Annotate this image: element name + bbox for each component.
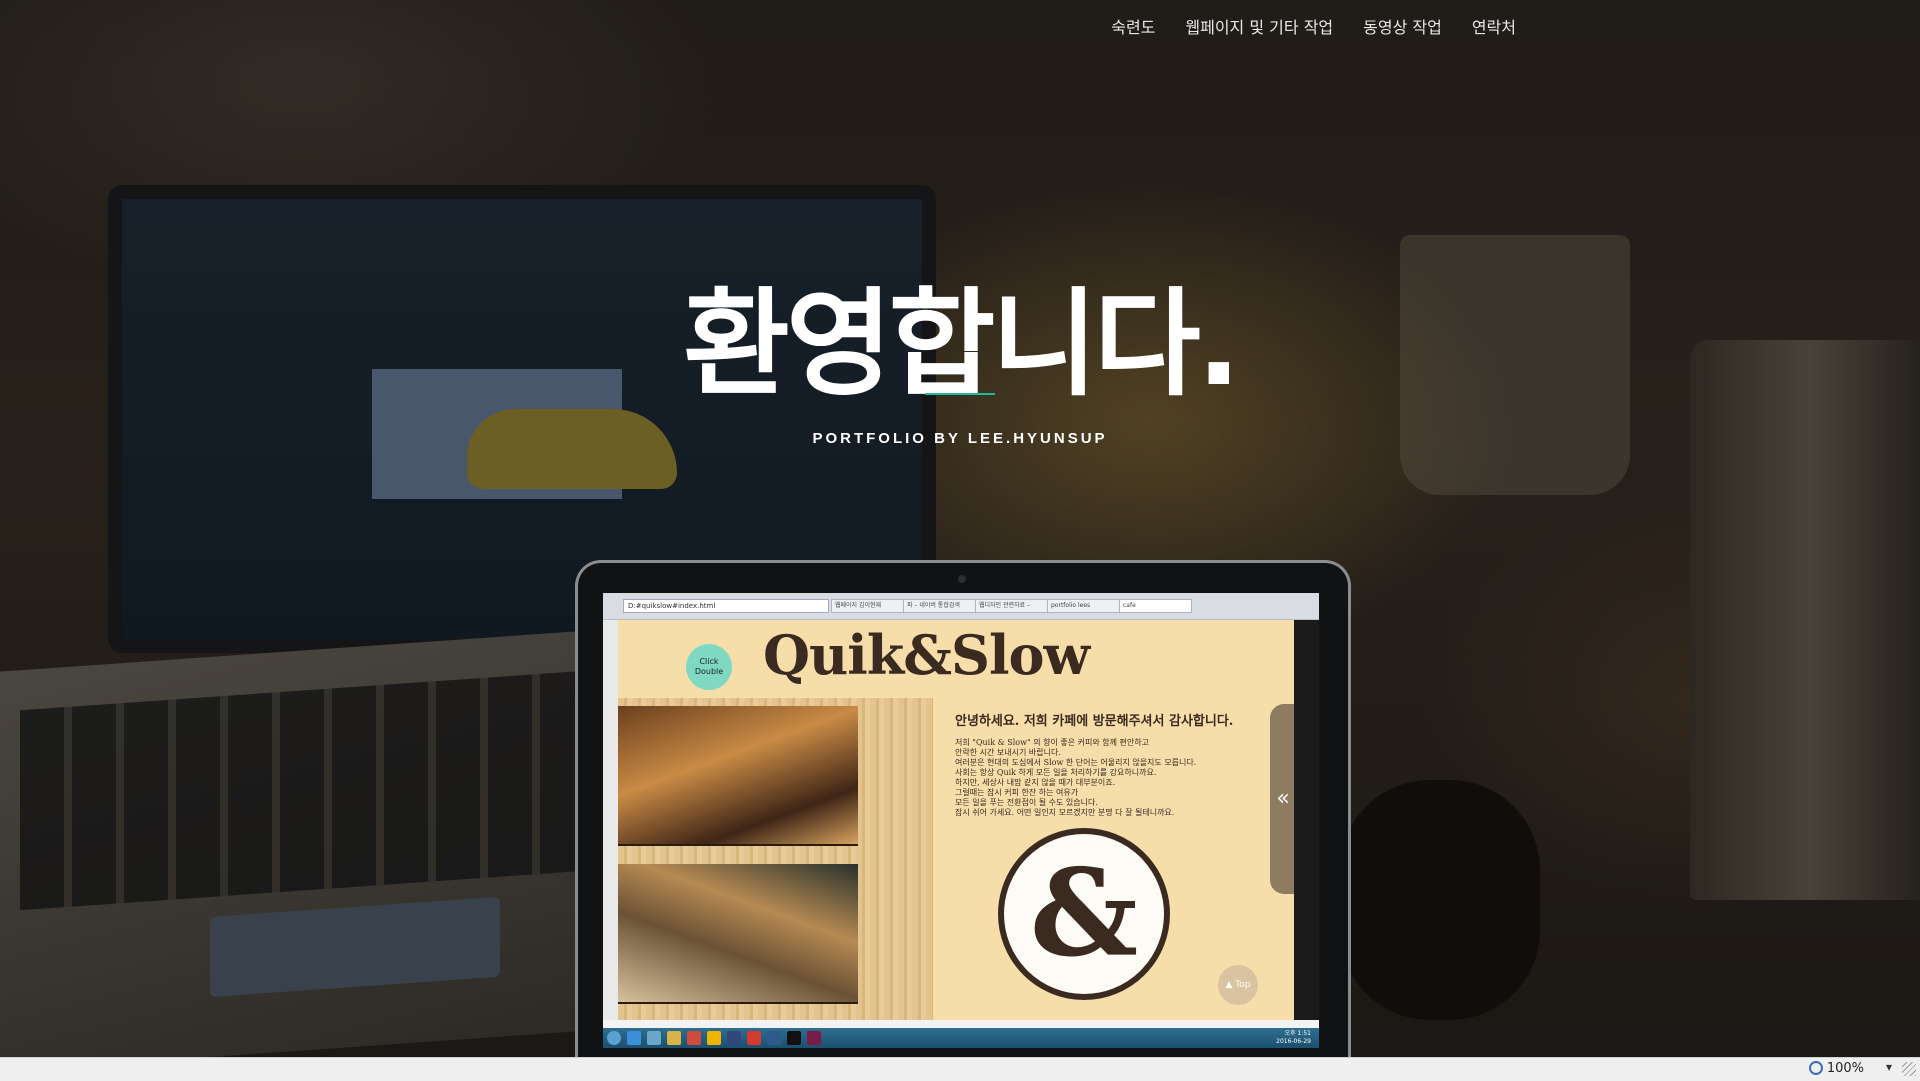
ie-icon bbox=[627, 1031, 641, 1045]
app-icon bbox=[787, 1031, 801, 1045]
photoshop-icon bbox=[727, 1031, 741, 1045]
body-line: 저희 "Quik & Slow" 의 향이 좋은 커피와 함께 편안하고 bbox=[955, 738, 1149, 747]
app-icon bbox=[647, 1031, 661, 1045]
zoom-level[interactable]: 100% bbox=[1808, 1060, 1864, 1076]
cafe-page: Click Double Quik&Slow 안녕하세요. 저희 카페에 방문해… bbox=[618, 620, 1296, 1020]
browser-toolbar: D:#quikslow#index.html 웹페이지 김이현재 파 – 네이버… bbox=[603, 593, 1319, 620]
cafe-greeting: 안녕하세요. 저희 카페에 방문해주셔서 감사합니다. bbox=[955, 714, 1234, 729]
browser-status-strip bbox=[603, 1020, 1319, 1028]
clock-time: 오후 1:51 bbox=[1284, 1030, 1311, 1037]
body-line: 하지만, 세상사 내맘 같지 않을 때가 대부분이죠. bbox=[955, 778, 1116, 787]
nav-skills[interactable]: 숙련도 bbox=[1111, 14, 1155, 38]
windows-taskbar: 오후 1:51 2016-06-29 bbox=[603, 1028, 1319, 1048]
taskbar-clock: 오후 1:51 2016-06-29 bbox=[1276, 1030, 1311, 1046]
app-icon bbox=[747, 1031, 761, 1045]
ampersand-emblem: & bbox=[998, 828, 1170, 1000]
laptop-mockup: D:#quikslow#index.html 웹페이지 김이현재 파 – 네이버… bbox=[575, 560, 1351, 1057]
side-tab-chevron-icon: « bbox=[1270, 704, 1296, 894]
browser-tab-active: cafe bbox=[1119, 599, 1192, 613]
mockup-screen: D:#quikslow#index.html 웹페이지 김이현재 파 – 네이버… bbox=[603, 593, 1319, 1048]
clock-date: 2016-06-29 bbox=[1276, 1038, 1311, 1045]
app-icon bbox=[687, 1031, 701, 1045]
body-line: 안락한 시간 보내시기 바랍니다. bbox=[955, 748, 1061, 757]
browser-status-bar: 100% ▾ bbox=[0, 1057, 1920, 1081]
indesign-icon bbox=[807, 1031, 821, 1045]
start-icon bbox=[607, 1031, 621, 1045]
nav-video-works[interactable]: 동영상 작업 bbox=[1363, 14, 1442, 38]
nav-contact[interactable]: 연락처 bbox=[1472, 14, 1516, 38]
address-bar: D:#quikslow#index.html bbox=[623, 599, 829, 613]
browser-tab: 파 – 네이버 통합검색 bbox=[903, 599, 976, 613]
body-line: 그럴때는 잠시 커피 한잔 하는 여유가 bbox=[955, 788, 1079, 797]
zoom-value: 100% bbox=[1826, 1061, 1864, 1076]
top-button: ▲ Top bbox=[1218, 965, 1258, 1005]
cafe-body-text: 저희 "Quik & Slow" 의 향이 좋은 커피와 함께 편안하고 안락한… bbox=[955, 738, 1245, 818]
cafe-logo: Quik&Slow bbox=[763, 623, 1090, 687]
magnifier-icon bbox=[1808, 1060, 1823, 1075]
body-line: 잠시 쉬어 가세요. 어떤 일인지 모르겠지만 분명 다 잘 될테니까요. bbox=[955, 808, 1175, 817]
browser-tab: portfolio lees bbox=[1047, 599, 1120, 613]
browser-tab: 웹디자인 관련자료 – bbox=[975, 599, 1048, 613]
body-line: 모든 일을 푸는 전환점이 될 수도 있습니다. bbox=[955, 798, 1098, 807]
cafe-photo-2 bbox=[618, 864, 858, 1004]
cafe-photo-1 bbox=[618, 706, 858, 846]
chrome-icon bbox=[707, 1031, 721, 1045]
title-divider bbox=[925, 393, 995, 395]
laptop-camera bbox=[958, 575, 966, 583]
top-navigation: 숙련도 웹페이지 및 기타 작업 동영상 작업 연락처 bbox=[1111, 14, 1516, 38]
folder-icon bbox=[667, 1031, 681, 1045]
body-line: 여러분은 현대의 도심에서 Slow 한 단어는 어울리지 않을지도 모릅니다. bbox=[955, 758, 1197, 767]
browser-tab: 웹페이지 김이현재 bbox=[831, 599, 904, 613]
zoom-dropdown-icon[interactable]: ▾ bbox=[1886, 1060, 1892, 1074]
click-double-badge: Click Double bbox=[686, 644, 732, 690]
app-icon bbox=[767, 1031, 781, 1045]
hero-subtitle: PORTFOLIO BY LEE.HYUNSUP bbox=[812, 430, 1108, 447]
page-right-edge bbox=[1294, 620, 1319, 1020]
body-line: 사회는 항상 Quik 하게 모든 일을 처리하기를 강요하니까요. bbox=[955, 768, 1157, 777]
resize-grip-icon[interactable] bbox=[1902, 1062, 1916, 1076]
nav-web-works[interactable]: 웹페이지 및 기타 작업 bbox=[1185, 14, 1333, 38]
hero-background: 숙련도 웹페이지 및 기타 작업 동영상 작업 연락처 환영합니다. PORTF… bbox=[0, 0, 1920, 1057]
